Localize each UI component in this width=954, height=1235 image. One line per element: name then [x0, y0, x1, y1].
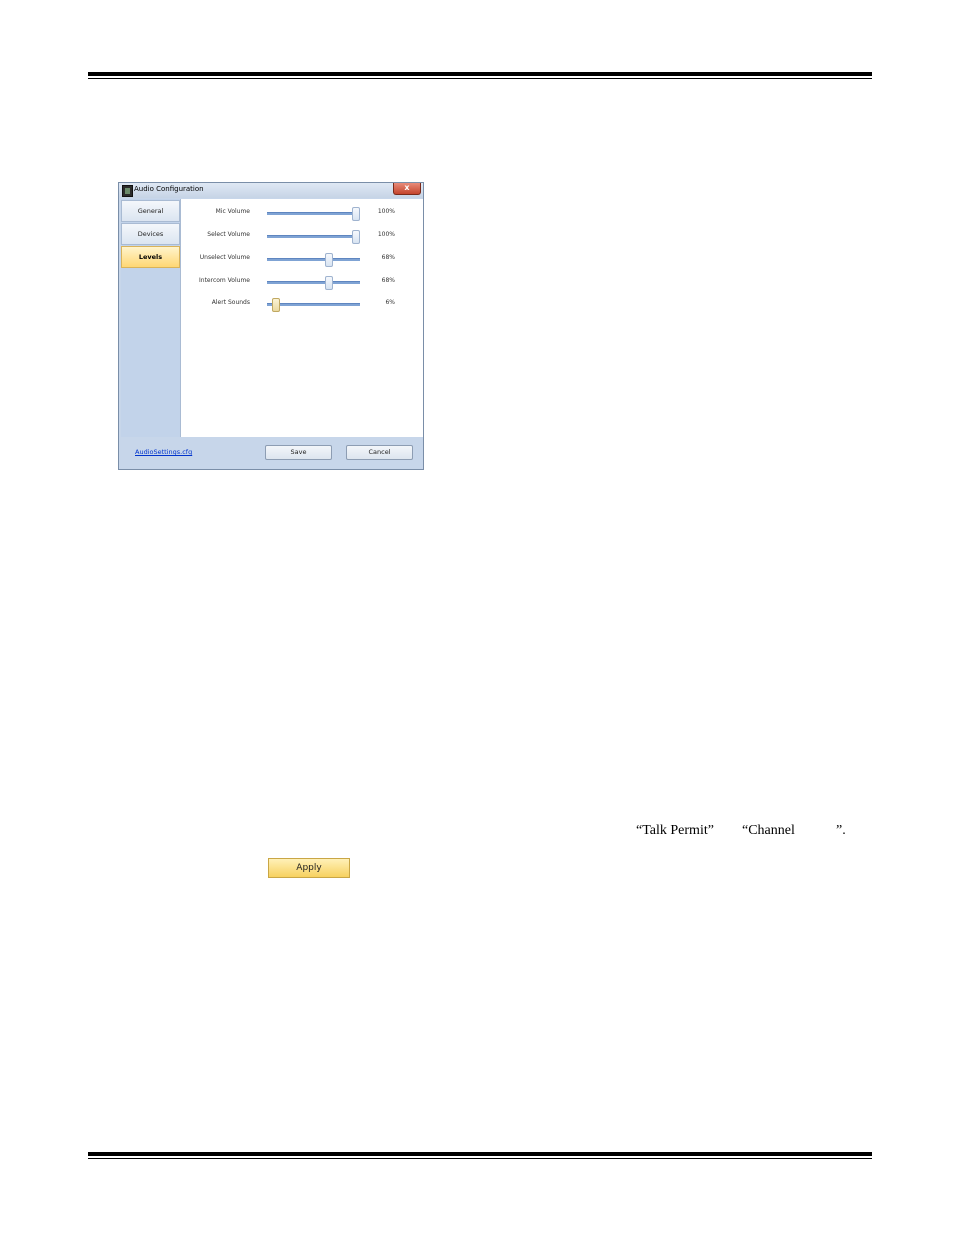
footer-rule-thin [88, 1158, 872, 1159]
slider-track[interactable] [267, 207, 360, 221]
sidebar: General Devices Levels [121, 199, 180, 437]
slider-row-intercom-volume: Intercom Volume 68% [181, 273, 424, 293]
title-bar[interactable]: Audio Configuration x [119, 183, 423, 198]
slider-thumb[interactable] [324, 253, 333, 267]
slider-row-unselect-volume: Unselect Volume 68% [181, 250, 424, 270]
slider-track[interactable] [267, 276, 360, 290]
slider-label: Intercom Volume [199, 277, 250, 284]
slider-thumb[interactable] [352, 230, 360, 244]
header-rule [88, 72, 872, 76]
apply-button[interactable]: Apply [268, 858, 350, 878]
audio-settings-file-link[interactable]: AudioSettings.cfg [135, 448, 192, 456]
slider-label: Alert Sounds [211, 299, 250, 306]
slider-label: Select Volume [207, 231, 250, 238]
levels-panel: Mic Volume 100% Select Volume 100% Unsel… [180, 199, 423, 437]
slider-row-mic-volume: Mic Volume 100% [181, 204, 424, 224]
slider-thumb[interactable] [352, 207, 360, 221]
cancel-button[interactable]: Cancel [346, 445, 413, 460]
slider-track[interactable] [267, 298, 360, 312]
slider-label: Mic Volume [215, 208, 250, 215]
quote-close: ”. [836, 823, 846, 838]
slider-thumb[interactable] [272, 298, 281, 312]
slider-track[interactable] [267, 230, 360, 244]
close-button[interactable]: x [393, 183, 421, 195]
save-button[interactable]: Save [265, 445, 332, 460]
slider-value: 100% [377, 208, 395, 215]
slider-value: 6% [385, 299, 395, 306]
slider-thumb[interactable] [324, 276, 333, 290]
footer-rule [88, 1152, 872, 1156]
slider-row-alert-sounds: Alert Sounds 6% [181, 295, 424, 315]
talk-permit-quote: “Talk Permit” [636, 823, 714, 838]
slider-track[interactable] [267, 253, 360, 267]
channel-quote: “Channel [742, 823, 795, 838]
tab-devices[interactable]: Devices [121, 223, 180, 245]
slider-label: Unselect Volume [199, 254, 250, 261]
window-title: Audio Configuration [134, 185, 204, 193]
slider-row-select-volume: Select Volume 100% [181, 227, 424, 247]
tab-general[interactable]: General [121, 200, 180, 222]
header-rule-thin [88, 78, 872, 79]
slider-value: 68% [381, 277, 395, 284]
tab-levels[interactable]: Levels [121, 246, 180, 268]
slider-value: 68% [381, 254, 395, 261]
app-icon [122, 185, 133, 197]
audio-configuration-dialog: Audio Configuration x General Devices Le… [118, 182, 424, 470]
slider-value: 100% [377, 231, 395, 238]
